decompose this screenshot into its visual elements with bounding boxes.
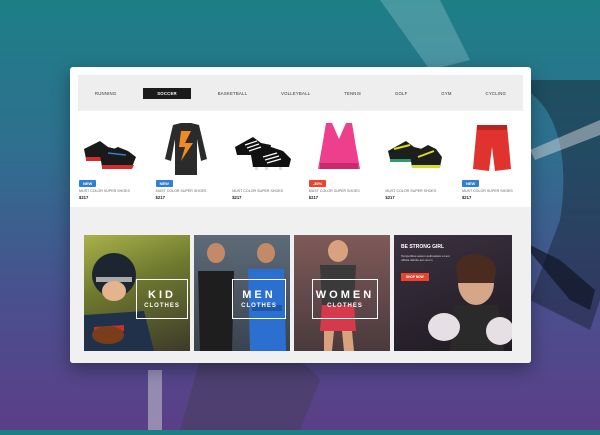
product-name[interactable]: MUST COLOR SUPER SHOES xyxy=(232,189,283,193)
product-card[interactable]: -30% MUST COLOR SUPER SHOES $217 xyxy=(308,119,370,209)
women-clothes-banner[interactable]: WOMEN CLOTHES xyxy=(294,235,390,351)
product-card[interactable]: NEW MUST COLOR SUPER SHOES $217 xyxy=(78,119,140,209)
new-badge: NEW xyxy=(461,180,480,187)
product-card[interactable]: MUST COLOR SUPER SHOES $217 xyxy=(231,119,293,209)
shop-now-button[interactable]: SHOP NOW xyxy=(401,273,429,281)
kid-label: KID xyxy=(148,289,176,301)
product-name[interactable]: MUST COLOR SUPER SHOES xyxy=(156,189,207,193)
pink-sports-bra-icon[interactable] xyxy=(308,119,370,179)
clothes-label: CLOTHES xyxy=(241,303,277,309)
new-badge: NEW xyxy=(155,180,173,187)
product-name[interactable]: MUST COLOR SUPER SHOES xyxy=(385,189,436,193)
category-tabs: RUNNING SOCCER BASKETBALL VOLLEYBALL TEN… xyxy=(78,75,523,111)
product-list: NEW MUST COLOR SUPER SHOES $217 NEW MUST… xyxy=(78,119,523,209)
men-label: MEN xyxy=(242,289,276,301)
long-sleeve-shirt-icon[interactable] xyxy=(155,119,217,179)
be-strong-girl-text: Temporibus autem quibusdam et aut offici… xyxy=(401,254,450,262)
tab-golf[interactable]: GOLF xyxy=(388,88,415,99)
tab-volleyball[interactable]: VOLLEYBALL xyxy=(274,88,317,99)
men-clothes-label: MEN CLOTHES xyxy=(232,279,286,319)
tab-cycling[interactable]: CYCLING xyxy=(479,88,514,99)
women-clothes-label: WOMEN CLOTHES xyxy=(312,279,378,319)
women-label: WOMEN xyxy=(315,289,375,301)
product-price: $217 xyxy=(155,195,165,200)
tab-running[interactable]: RUNNING xyxy=(88,88,123,99)
product-price: $217 xyxy=(308,195,319,200)
tab-gym[interactable]: GYM xyxy=(434,88,458,99)
yellow-black-sneaker-icon[interactable] xyxy=(384,119,446,179)
tab-soccer[interactable]: SOCCER xyxy=(143,87,191,99)
category-banners: KID CLOTHES MEN CLOTHES WOMEN CLOTHES BE… xyxy=(84,235,516,351)
product-price: $217 xyxy=(385,195,395,200)
red-black-sneaker-icon[interactable] xyxy=(78,119,140,179)
product-name[interactable]: MUST COLOR SUPER SHOES xyxy=(462,189,513,193)
product-card[interactable]: NEW MUST COLOR SUPER SHOES $217 xyxy=(461,119,523,209)
product-card[interactable]: NEW MUST COLOR SUPER SHOES $217 xyxy=(155,119,217,209)
be-strong-girl-title: BE STRONG GIRL xyxy=(401,244,445,250)
kid-clothes-banner[interactable]: KID CLOTHES xyxy=(84,235,190,351)
discount-badge: -30% xyxy=(308,180,327,187)
tab-basketball[interactable]: BASKETBALL xyxy=(211,88,254,99)
product-price: $217 xyxy=(232,195,242,200)
product-name[interactable]: MUST COLOR SUPER SHOES xyxy=(309,189,360,193)
men-clothes-banner[interactable]: MEN CLOTHES xyxy=(194,235,290,351)
be-strong-girl-banner[interactable]: BE STRONG GIRL Temporibus autem quibusda… xyxy=(394,235,512,351)
tab-tennis[interactable]: TENNIS xyxy=(337,88,368,99)
product-price: $217 xyxy=(79,195,89,200)
red-shorts-icon[interactable] xyxy=(461,119,523,179)
product-name[interactable]: MUST COLOR SUPER SHOES xyxy=(79,189,130,193)
new-badge: NEW xyxy=(79,180,97,187)
clothes-label: CLOTHES xyxy=(144,303,180,309)
product-card[interactable]: MUST COLOR SUPER SHOES $217 xyxy=(384,119,446,209)
clothes-label: CLOTHES xyxy=(327,303,363,309)
shop-window: RUNNING SOCCER BASKETBALL VOLLEYBALL TEN… xyxy=(70,67,531,363)
boxer-girl-photo xyxy=(428,254,512,351)
product-price: $217 xyxy=(461,195,472,200)
soccer-cleats-icon[interactable] xyxy=(231,119,293,179)
kid-clothes-label: KID CLOTHES xyxy=(136,279,188,319)
